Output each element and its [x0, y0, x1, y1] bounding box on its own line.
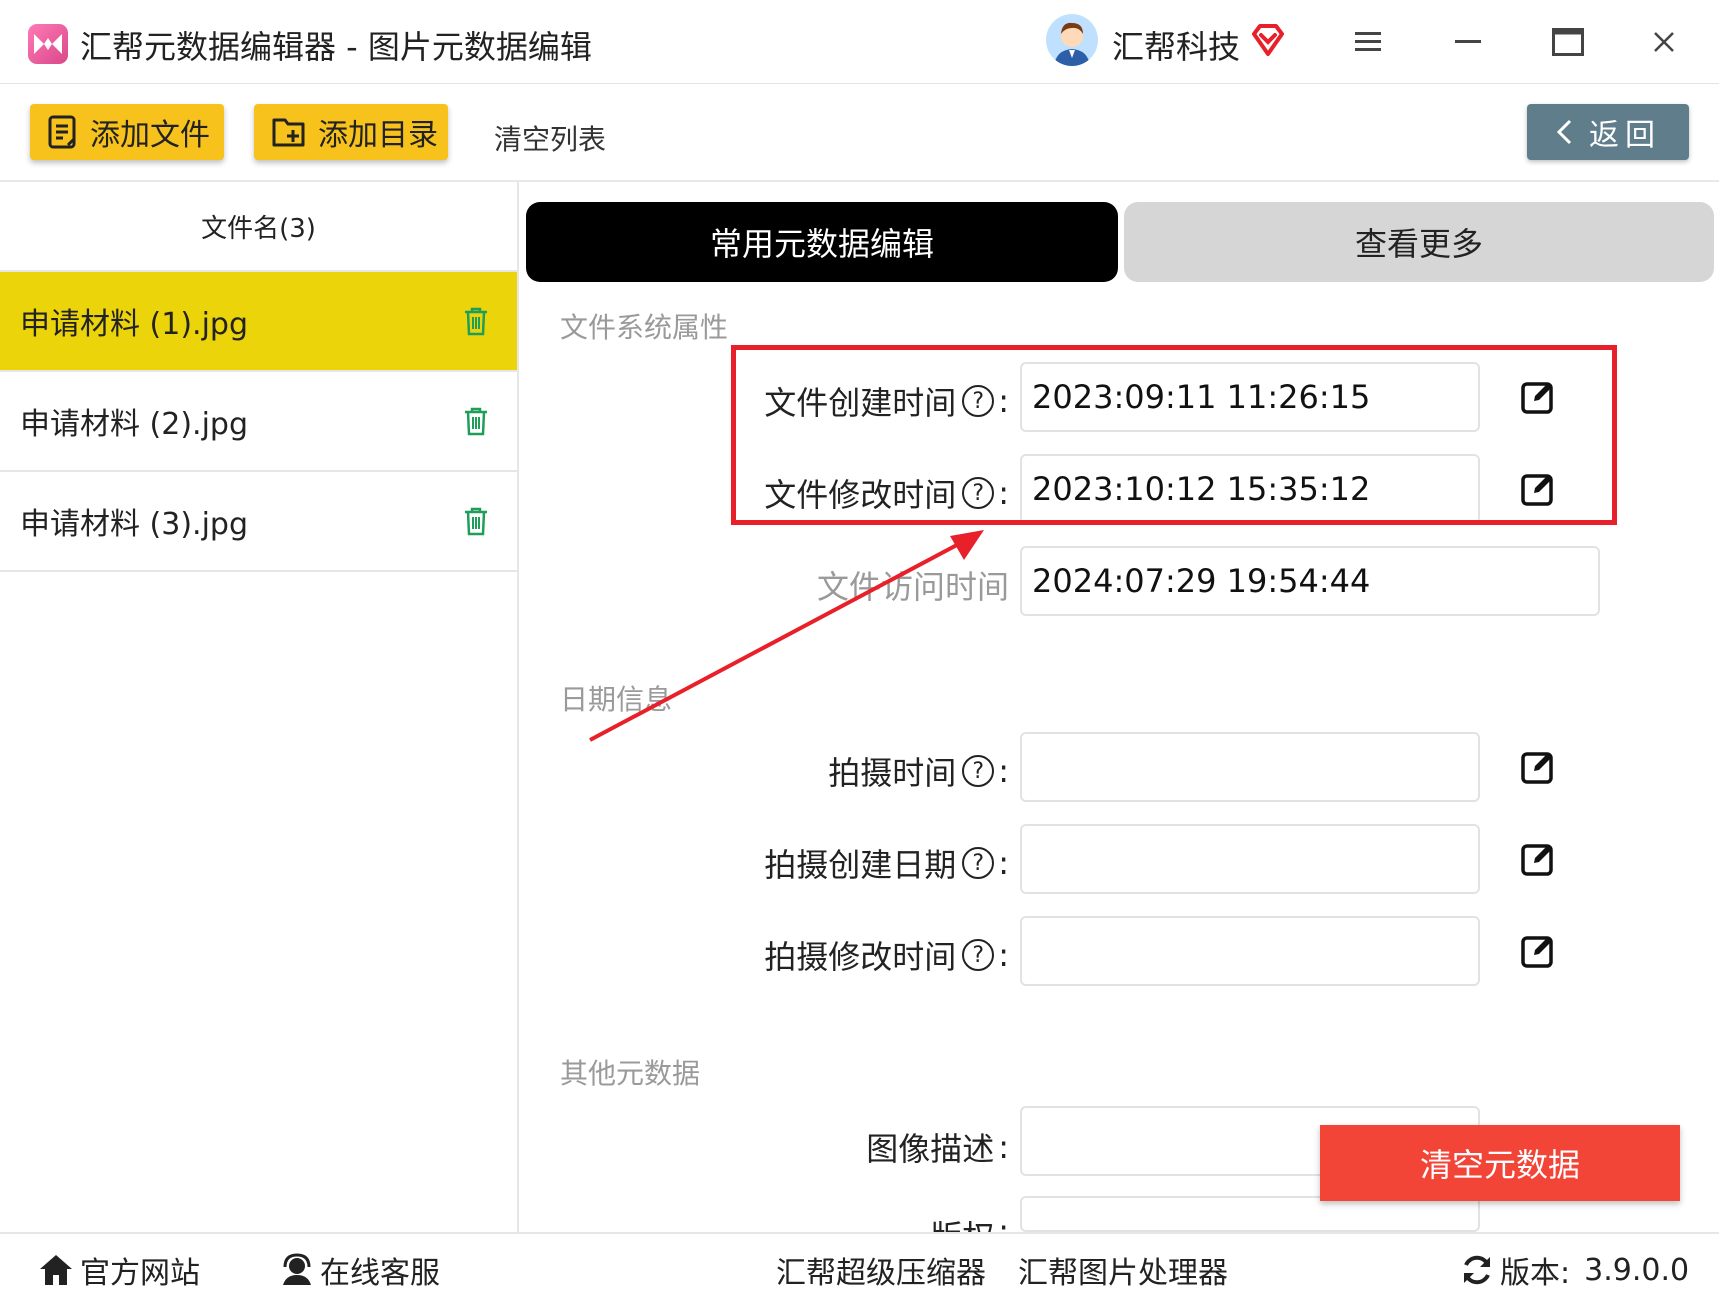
edit-icon[interactable]	[1520, 749, 1556, 785]
shot-time-input[interactable]	[1020, 732, 1480, 802]
version-info[interactable]: 版本: 3.9.0.0	[1460, 1248, 1689, 1292]
chevron-left-icon	[1556, 119, 1572, 145]
online-support-link[interactable]: 在线客服	[280, 1248, 440, 1292]
section-title-filesystem: 文件系统属性	[560, 311, 729, 344]
maximize-icon[interactable]	[1546, 20, 1590, 64]
label-shot-modify-time: 拍摄修改时间 ?:	[764, 936, 1009, 976]
file-list-panel: 文件名(3) 申请材料 (1).jpg 申请材料 (2).jpg 申请材料 (3…	[0, 182, 519, 1232]
clear-list-button[interactable]: 清空列表	[494, 118, 606, 158]
trash-icon[interactable]	[463, 506, 489, 536]
file-row-3[interactable]: 申请材料 (3).jpg	[0, 472, 517, 572]
edit-icon[interactable]	[1520, 841, 1556, 877]
trash-icon[interactable]	[463, 406, 489, 436]
file-list-icon	[48, 115, 76, 149]
add-directory-button[interactable]: 添加目录	[254, 104, 448, 160]
refresh-icon	[1464, 1255, 1490, 1285]
minimize-icon[interactable]	[1446, 20, 1490, 64]
highlight-box	[731, 345, 1617, 525]
file-name: 申请材料 (2).jpg	[20, 407, 248, 442]
folder-add-icon	[272, 118, 305, 147]
app-window: 汇帮元数据编辑器 - 图片元数据编辑 汇帮科技 添加文件 添加目录 清空列表 返…	[0, 0, 1719, 1299]
label-image-description: 图像描述:	[866, 1128, 1009, 1168]
add-file-label: 添加文件	[90, 118, 210, 153]
clear-metadata-button[interactable]: 清空元数据	[1320, 1125, 1680, 1201]
home-icon	[40, 1255, 72, 1285]
footer-bar: 官方网站 在线客服 汇帮超级压缩器 汇帮图片处理器 版本: 3.9.0.0	[0, 1232, 1719, 1299]
file-list-header: 文件名(3)	[0, 182, 517, 272]
help-icon[interactable]: ?	[962, 755, 995, 787]
close-icon[interactable]	[1642, 20, 1686, 64]
file-row-1[interactable]: 申请材料 (1).jpg	[0, 272, 517, 372]
shot-create-date-input[interactable]	[1020, 824, 1480, 894]
copyright-input[interactable]	[1020, 1196, 1480, 1232]
add-file-button[interactable]: 添加文件	[30, 104, 224, 160]
label-shot-create-date: 拍摄创建日期 ?:	[764, 844, 1009, 884]
file-name: 申请材料 (1).jpg	[20, 307, 248, 342]
title-bar: 汇帮元数据编辑器 - 图片元数据编辑 汇帮科技	[0, 0, 1719, 84]
trash-icon[interactable]	[463, 306, 489, 336]
app-title: 汇帮元数据编辑器 - 图片元数据编辑	[80, 28, 592, 66]
vip-diamond-icon[interactable]	[1250, 22, 1286, 58]
menu-icon[interactable]	[1346, 20, 1390, 64]
file-row-2[interactable]: 申请材料 (2).jpg	[0, 372, 517, 472]
user-avatar[interactable]	[1046, 14, 1098, 66]
help-icon[interactable]: ?	[962, 939, 995, 971]
add-directory-label: 添加目录	[318, 118, 438, 153]
tab-common-metadata[interactable]: 常用元数据编辑	[526, 202, 1118, 282]
shot-modify-time-input[interactable]	[1020, 916, 1480, 986]
editor-tabs: 常用元数据编辑 查看更多	[526, 202, 1716, 284]
file-name: 申请材料 (3).jpg	[20, 507, 248, 542]
label-shot-time: 拍摄时间 ?:	[828, 752, 1009, 792]
help-icon[interactable]: ?	[962, 847, 995, 879]
file-access-time-input: 2024:07:29 19:54:44	[1020, 546, 1600, 616]
toolbar: 添加文件 添加目录 清空列表 返回	[0, 84, 1719, 182]
headset-icon	[283, 1253, 311, 1285]
section-title-date: 日期信息	[560, 683, 673, 716]
label-copyright: 版权:	[930, 1212, 1009, 1232]
app-logo-icon	[28, 24, 68, 64]
image-processor-link[interactable]: 汇帮图片处理器	[1018, 1248, 1228, 1292]
label-file-access-time: 文件访问时间	[816, 568, 1009, 606]
compressor-link[interactable]: 汇帮超级压缩器	[776, 1248, 986, 1292]
official-website-link[interactable]: 官方网站	[38, 1248, 200, 1292]
brand-name: 汇帮科技	[1112, 28, 1241, 66]
back-label: 返回	[1589, 118, 1661, 153]
back-button[interactable]: 返回	[1527, 104, 1689, 160]
edit-icon[interactable]	[1520, 933, 1556, 969]
tab-view-more[interactable]: 查看更多	[1124, 202, 1714, 282]
section-title-other: 其他元数据	[560, 1057, 701, 1090]
